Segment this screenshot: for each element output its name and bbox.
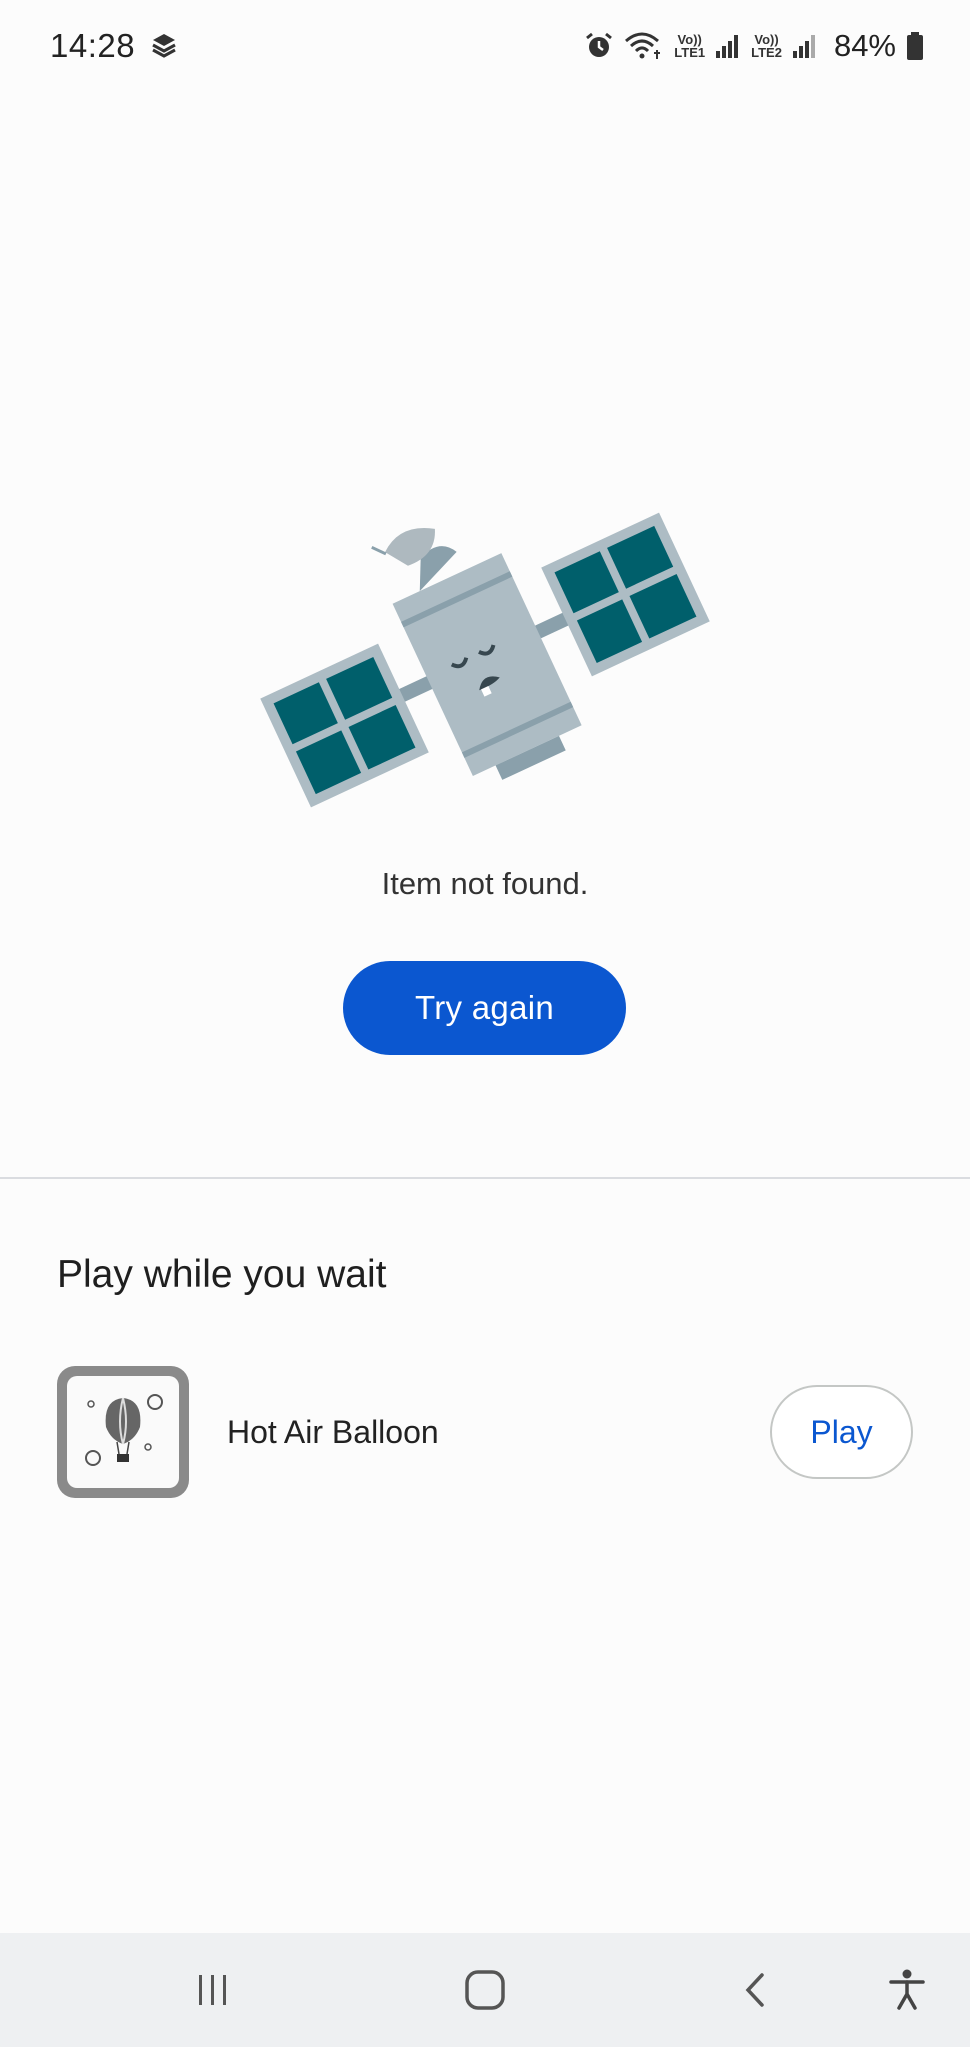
sim2-indicator: Vo)) LTE2 xyxy=(751,33,782,59)
home-icon xyxy=(464,1970,505,2010)
accessibility-icon xyxy=(889,1969,925,2010)
recent-apps-icon xyxy=(198,1975,226,2005)
status-time: 14:28 xyxy=(50,27,136,64)
lte1-label: LTE1 xyxy=(674,45,706,60)
status-bar: 14:28 Vo)) LTE1 Vo)) LTE2 84% xyxy=(0,0,970,92)
satellite-right-panel xyxy=(541,512,710,677)
section-divider xyxy=(0,1177,970,1179)
game-name: Hot Air Balloon xyxy=(227,1413,439,1450)
navigation-bar xyxy=(0,1933,970,2047)
hot-air-balloon-game-icon xyxy=(57,1366,189,1498)
battery-percentage: 84% xyxy=(833,28,896,63)
recent-apps-button[interactable] xyxy=(150,1933,275,2047)
signal-icon xyxy=(715,33,741,59)
list-item[interactable]: Hot Air Balloon Play xyxy=(57,1366,913,1498)
back-button[interactable] xyxy=(693,1933,818,2047)
wifi-icon xyxy=(624,31,664,61)
back-icon xyxy=(745,1973,764,2007)
error-message: Item not found. xyxy=(381,866,589,901)
battery-icon xyxy=(906,31,924,61)
app-notification-icon xyxy=(149,31,179,61)
lte2-label: LTE2 xyxy=(751,45,782,60)
accessibility-button[interactable] xyxy=(862,1933,952,2047)
home-button[interactable] xyxy=(422,1933,547,2047)
try-again-button[interactable]: Try again xyxy=(343,961,626,1055)
play-button[interactable]: Play xyxy=(770,1385,913,1479)
signal-icon xyxy=(792,33,818,59)
alarm-icon xyxy=(584,31,614,61)
status-right: Vo)) LTE1 Vo)) LTE2 84% xyxy=(584,28,924,64)
satellite-left-panel xyxy=(260,643,429,808)
status-left: 14:28 xyxy=(50,27,179,65)
satellite-illustration xyxy=(260,512,710,808)
sim1-indicator: Vo)) LTE1 xyxy=(674,33,705,59)
section-title: Play while you wait xyxy=(57,1253,387,1296)
